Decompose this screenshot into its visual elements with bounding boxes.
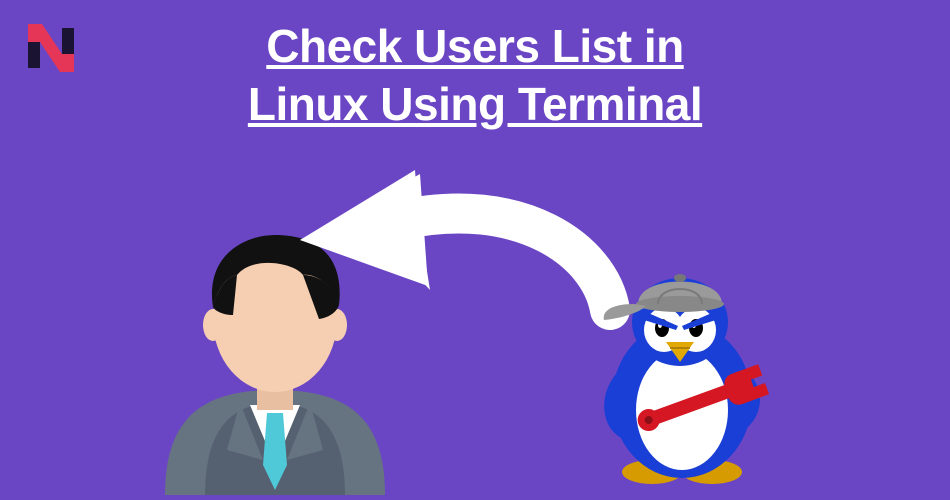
penguin-mechanic-icon (580, 250, 790, 495)
page-title: Check Users List in Linux Using Terminal (0, 18, 950, 133)
title-line-2: Linux Using Terminal (248, 78, 702, 130)
title-line-1: Check Users List in (266, 20, 683, 72)
